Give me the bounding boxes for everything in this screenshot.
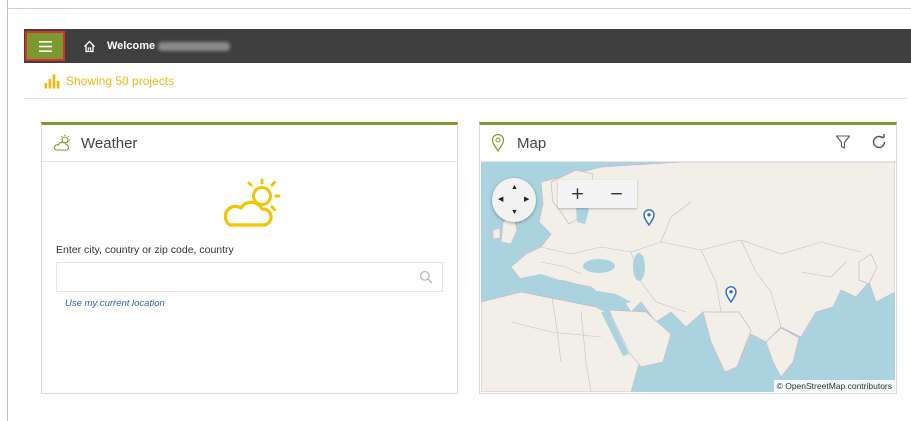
zoom-in-button[interactable]: +	[558, 180, 597, 208]
home-button[interactable]	[71, 29, 107, 63]
use-current-location-link[interactable]: Use my current location	[65, 298, 165, 309]
welcome-text: Welcome	[107, 40, 156, 52]
map-title: Map	[517, 134, 547, 152]
home-icon	[83, 40, 95, 52]
map-header-actions	[835, 134, 887, 150]
menu-button[interactable]	[25, 31, 65, 61]
map-panel-header: Map	[480, 125, 896, 162]
pan-down-icon[interactable]: ▼	[511, 209, 518, 216]
projects-count-text[interactable]: Showing 50 projects	[66, 74, 174, 88]
partly-sunny-icon	[224, 178, 281, 227]
city-input-label: Enter city, country or zip code, country	[56, 244, 234, 256]
filter-icon	[835, 135, 851, 149]
bar-chart-icon	[44, 74, 60, 88]
pan-right-icon[interactable]: ▶	[524, 196, 529, 203]
search-icon	[419, 270, 433, 284]
map-pin-icon[interactable]	[643, 209, 655, 226]
frame-border-left	[7, 0, 8, 421]
sun-cloud-icon	[53, 134, 71, 151]
refresh-button[interactable]	[871, 134, 887, 150]
map-canvas[interactable]: ▲ ▼ ◀ ▶ + − © OpenStreetMap contributors	[481, 162, 895, 392]
zoom-control: + −	[558, 180, 637, 208]
city-search-box	[56, 262, 443, 292]
map-basemap	[481, 162, 895, 392]
search-button[interactable]	[419, 270, 433, 284]
zoom-out-button[interactable]: −	[597, 180, 636, 208]
weather-title: Weather	[81, 134, 138, 152]
hamburger-icon	[38, 40, 52, 52]
projects-summary-bar: Showing 50 projects	[24, 63, 907, 99]
map-pin-icon	[491, 134, 505, 152]
pan-left-icon[interactable]: ◀	[498, 196, 503, 203]
frame-border-top	[7, 8, 911, 9]
map-pin-icon[interactable]	[725, 286, 737, 303]
city-search-input[interactable]	[61, 264, 405, 292]
refresh-icon	[872, 134, 886, 149]
weather-panel: Weather Enter city, country or zip code,…	[41, 122, 458, 394]
map-panel: Map ▲ ▼ ◀ ▶ + − © OpenStreetMap contribu…	[479, 122, 897, 394]
weather-panel-header: Weather	[42, 125, 457, 162]
top-navigation-bar: Welcome	[24, 29, 911, 63]
filter-button[interactable]	[835, 134, 851, 150]
map-pan-control[interactable]: ▲ ▼ ◀ ▶	[492, 178, 536, 222]
map-attribution[interactable]: © OpenStreetMap contributors	[773, 380, 895, 392]
user-name-redacted	[158, 41, 231, 51]
weather-body: Enter city, country or zip code, country…	[42, 162, 457, 393]
pan-up-icon[interactable]: ▲	[511, 184, 518, 191]
